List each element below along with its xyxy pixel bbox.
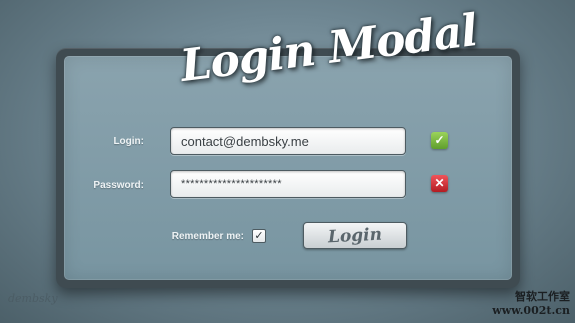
password-label: Password: bbox=[93, 180, 144, 191]
watermark-text: 智软工作室 bbox=[515, 290, 570, 303]
login-label: Login: bbox=[113, 136, 144, 147]
author-signature: dembsky bbox=[8, 292, 58, 305]
password-input-value: ********************** bbox=[181, 178, 282, 190]
remember-me-checkbox[interactable]: ✓ bbox=[252, 229, 266, 243]
x-icon: ✕ bbox=[431, 175, 448, 192]
page: Login Modal Login: contact@dembsky.me ✓ … bbox=[0, 0, 575, 323]
login-button[interactable]: Login bbox=[303, 222, 407, 249]
password-input[interactable]: ********************** bbox=[170, 170, 406, 198]
login-input-value: contact@dembsky.me bbox=[181, 133, 309, 149]
remember-me-label: Remember me: bbox=[171, 231, 244, 242]
login-button-label: Login bbox=[327, 224, 383, 247]
login-input[interactable]: contact@dembsky.me bbox=[170, 127, 406, 155]
watermark-url: www.002t.cn bbox=[492, 304, 570, 317]
checkmark-icon: ✓ bbox=[431, 132, 448, 149]
checkmark-icon: ✓ bbox=[254, 230, 264, 242]
